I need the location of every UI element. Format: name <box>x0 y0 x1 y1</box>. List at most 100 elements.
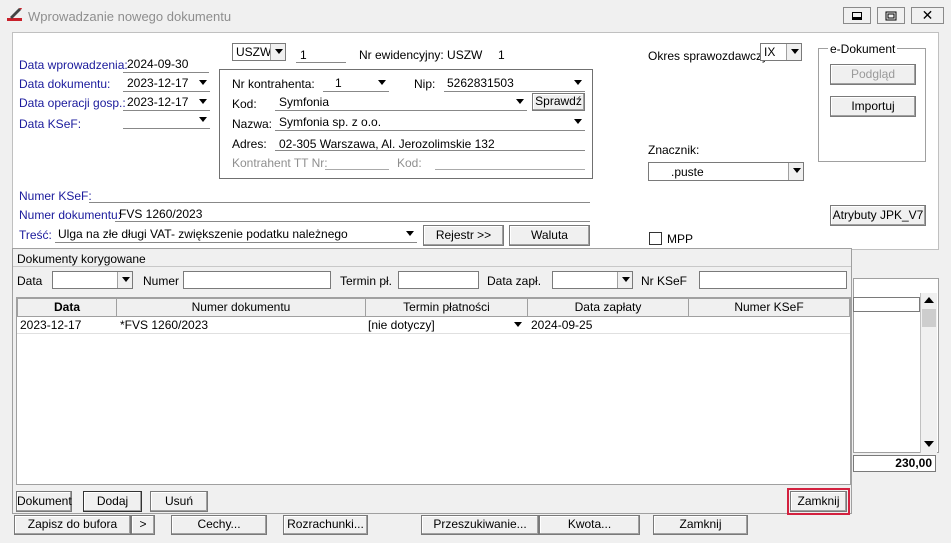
chevron-down-icon[interactable] <box>514 322 522 327</box>
tt-kod-field[interactable] <box>435 169 585 170</box>
title-bar: Wprowadzanie nowego dokumentu ✕ <box>0 0 951 30</box>
data-operacji-label: Data operacji gosp.: <box>19 96 126 110</box>
adres-label: Adres: <box>232 137 267 151</box>
col-numer-dokumentu[interactable]: Numer dokumentu <box>116 298 366 317</box>
chevron-down-icon[interactable] <box>788 163 803 180</box>
nr-ewidencyjny-value: 1 <box>498 48 505 62</box>
nr-kontrahenta-field[interactable]: 1 <box>323 75 389 91</box>
kod-label: Kod: <box>232 97 257 111</box>
numer-ksef-field[interactable] <box>89 202 590 203</box>
window-title: Wprowadzanie nowego dokumentu <box>28 9 232 24</box>
nazwa-field[interactable]: Symfonia sp. z o.o. <box>275 114 585 130</box>
filter-nr-ksef-input[interactable] <box>699 271 847 289</box>
kod-field[interactable]: Symfonia <box>275 94 527 110</box>
col-data[interactable]: Data <box>17 298 117 317</box>
podglad-button[interactable]: Podgląd <box>830 64 916 85</box>
total-value: 230,00 <box>853 455 936 472</box>
okres-select[interactable]: IX <box>760 43 802 61</box>
chevron-down-icon[interactable] <box>117 272 132 288</box>
background-scrollbar[interactable] <box>920 293 937 453</box>
filter-data-zapl-label: Data zapł. <box>487 274 542 288</box>
mpp-label: MPP <box>667 232 694 246</box>
chevron-down-icon[interactable] <box>617 272 632 288</box>
nazwa-label: Nazwa: <box>232 117 273 131</box>
dodaj-button[interactable]: Dodaj <box>83 491 142 512</box>
chevron-down-icon[interactable] <box>786 44 801 60</box>
adres-value: 02-305 Warszawa, Al. Jerozolimskie 132 <box>279 137 495 151</box>
dialog-title: Dokumenty korygowane <box>17 252 146 266</box>
col-termin-platnosci[interactable]: Termin płatności <box>365 298 528 317</box>
data-wprowadzenia-value: 2024-09-30 <box>127 57 189 71</box>
numer-value: 1 <box>300 48 307 62</box>
cechy-button[interactable]: Cechy... <box>171 515 267 535</box>
rozrachunki-button[interactable]: Rozrachunki... <box>283 515 368 535</box>
rejestr-button[interactable]: Rejestr >> <box>423 225 504 246</box>
more-button[interactable]: > <box>131 515 155 535</box>
numer-dokumentu-value: FVS 1260/2023 <box>119 207 203 221</box>
mpp-checkbox[interactable] <box>649 232 662 245</box>
zapisz-do-bufora-button[interactable]: Zapisz do bufora <box>14 515 131 535</box>
filter-numer-input[interactable] <box>183 271 331 289</box>
filter-data-select[interactable] <box>52 271 133 289</box>
kontrahent-tt-label: Kontrahent TT Nr: <box>232 156 328 170</box>
tresc-label: Treść: <box>19 228 52 242</box>
sprawdz-button[interactable]: Sprawdź <box>532 93 585 111</box>
chevron-down-icon[interactable] <box>195 75 210 90</box>
chevron-down-icon[interactable] <box>195 94 210 109</box>
nr-kontrahenta-label: Nr kontrahenta: <box>232 77 315 91</box>
filter-data-zapl-select[interactable] <box>552 271 633 289</box>
chevron-down-icon[interactable] <box>570 114 585 129</box>
dokument-button[interactable]: Dokument <box>16 491 72 512</box>
tresc-field[interactable]: Ulga na złe długi VAT- zwiększenie podat… <box>55 226 417 242</box>
atrybuty-jpk-button[interactable]: Atrybuty JPK_V7 <box>830 205 926 226</box>
nip-label: Nip: <box>414 77 436 91</box>
data-ksef-field[interactable] <box>123 112 210 128</box>
minimize-button[interactable] <box>843 7 871 24</box>
nip-field[interactable]: 5262831503 <box>444 75 585 91</box>
termin-platnosci-cell[interactable]: [nie dotyczy] <box>365 317 528 333</box>
usun-button[interactable]: Usuń <box>150 491 208 512</box>
close-button[interactable]: ✕ <box>911 7 944 24</box>
tt-kod-label: Kod: <box>397 156 422 170</box>
restore-button[interactable] <box>877 7 905 24</box>
arrow-up-icon[interactable] <box>924 297 934 303</box>
nr-ewidencyjny-label: Nr ewidencyjny: USZW <box>359 48 483 62</box>
data-dokumentu-field[interactable]: 2023-12-17 <box>123 75 210 91</box>
filter-numer-label: Numer <box>143 274 180 288</box>
data-operacji-field[interactable]: 2023-12-17 <box>123 94 210 110</box>
waluta-button[interactable]: Waluta <box>509 225 590 246</box>
arrow-down-icon[interactable] <box>924 441 934 447</box>
znacznik-select[interactable]: .puste <box>648 162 804 181</box>
data-wprowadzenia-label: Data wprowadzenia: <box>19 58 128 72</box>
importuj-button[interactable]: Importuj <box>830 96 916 117</box>
zamknij-button[interactable]: Zamknij <box>653 515 748 535</box>
chevron-down-icon[interactable] <box>512 94 527 109</box>
filter-termin-label: Termin pł. <box>340 274 393 288</box>
numer-dokumentu-field[interactable] <box>115 221 590 222</box>
okres-label: Okres sprawozdawczy: <box>648 49 772 63</box>
chevron-down-icon[interactable] <box>270 44 285 60</box>
restore-icon <box>885 11 897 20</box>
filter-data-label: Data <box>17 274 43 288</box>
kwota-button[interactable]: Kwota... <box>539 515 640 535</box>
rejestr-select[interactable]: USZW <box>232 43 286 61</box>
col-numer-ksef[interactable]: Numer KSeF <box>688 298 850 317</box>
kontrahent-tt-field[interactable] <box>325 169 389 170</box>
data-ksef-label: Data KSeF: <box>19 117 82 131</box>
app-icon <box>7 8 22 21</box>
filter-termin-input[interactable] <box>398 271 479 289</box>
znacznik-label: Znacznik: <box>648 143 700 157</box>
numer-dokumentu-label: Numer dokumentu: <box>19 208 122 222</box>
przeszukiwanie-button[interactable]: Przeszukiwanie... <box>421 515 539 535</box>
col-data-zaplaty[interactable]: Data zapłaty <box>527 298 689 317</box>
table-row[interactable]: 2023-12-17 *FVS 1260/2023 [nie dotyczy] … <box>17 317 850 334</box>
data-dokumentu-label: Data dokumentu: <box>19 77 111 91</box>
chevron-down-icon[interactable] <box>195 112 210 127</box>
filter-nr-ksef-label: Nr KSeF <box>641 274 688 288</box>
chevron-down-icon[interactable] <box>374 75 389 90</box>
chevron-down-icon[interactable] <box>402 226 417 241</box>
edokument-label: e-Dokument <box>828 42 898 56</box>
minimize-icon <box>852 11 862 20</box>
dialog-zamknij-button[interactable]: Zamknij <box>790 491 847 512</box>
chevron-down-icon[interactable] <box>570 75 585 90</box>
